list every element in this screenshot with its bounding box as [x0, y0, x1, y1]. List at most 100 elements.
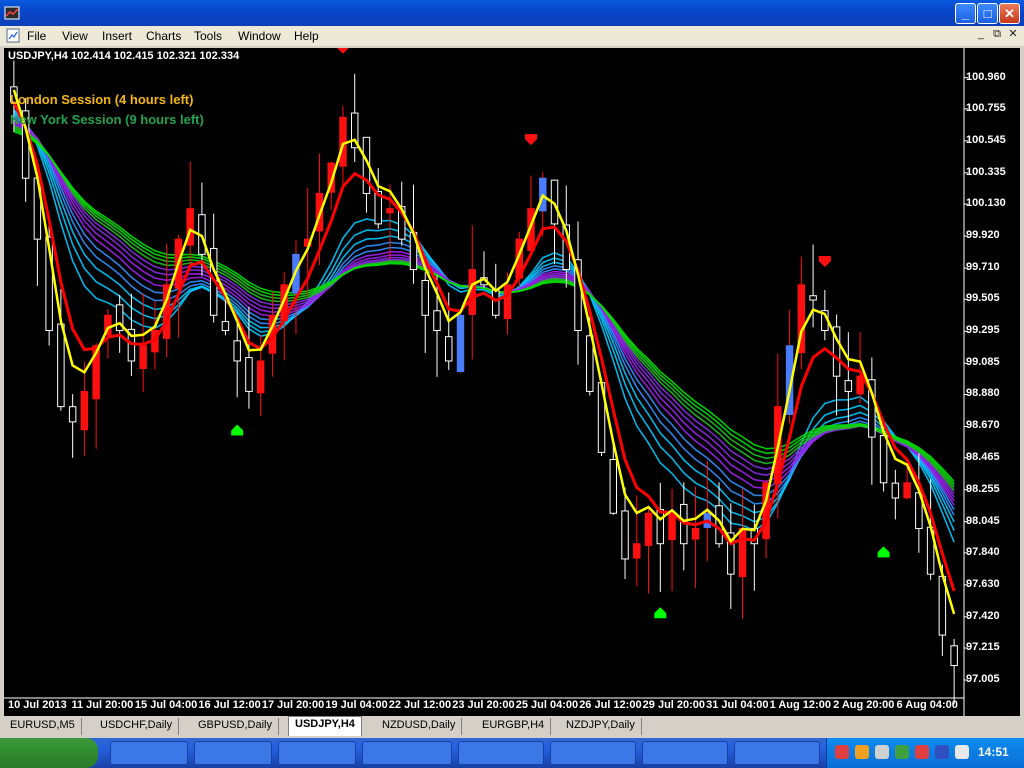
candle-body — [139, 345, 147, 369]
menu-window[interactable]: Window — [238, 29, 281, 43]
menu-bar: File View Insert Charts Tools Window Hel… — [0, 26, 1024, 46]
candle-body — [492, 289, 500, 316]
volume-icon[interactable] — [955, 745, 969, 759]
price-tick-label: 100.545 — [966, 133, 1006, 146]
tab-gbpusd-daily[interactable]: GBPUSD,Daily — [192, 718, 279, 735]
price-tick-label: 98.045 — [966, 514, 1000, 527]
time-tick-label: 6 Aug 04:00 — [896, 699, 958, 711]
candle-body — [656, 509, 665, 545]
tab-nzdjpy-daily[interactable]: NZDJPY,Daily — [560, 718, 642, 735]
candle-body — [809, 295, 817, 301]
close-button[interactable]: ✕ — [999, 3, 1020, 24]
new-york-session-label: New York Session (9 hours left) — [10, 112, 204, 127]
candle-body — [891, 482, 900, 499]
london-session-label: London Session (4 hours left) — [10, 92, 194, 107]
arrow-down-signal-icon — [818, 255, 831, 267]
arrow-up-signal-icon — [654, 607, 667, 619]
candle-body — [668, 512, 676, 541]
price-tick-label: 99.710 — [966, 261, 1000, 274]
price-tick-label: 100.960 — [966, 70, 1006, 83]
taskbar-item[interactable] — [734, 741, 820, 765]
candle-body — [609, 459, 618, 514]
symbol-quote: USDJPY,H4 102.414 102.415 102.321 102.33… — [8, 50, 240, 62]
price-tick-label: 97.840 — [966, 545, 1000, 558]
tab-eurgbp-h4[interactable]: EURGBP,H4 — [476, 718, 552, 735]
candle-body — [221, 321, 230, 332]
menu-charts[interactable]: Charts — [146, 29, 181, 43]
chart-area[interactable] — [4, 48, 1020, 716]
menu-help[interactable]: Help — [294, 29, 319, 43]
candle-body — [256, 360, 265, 394]
start-button[interactable] — [0, 738, 98, 768]
price-tick-label: 97.420 — [966, 609, 1000, 622]
time-tick-label: 26 Jul 12:00 — [579, 699, 642, 711]
candle-body — [633, 543, 641, 559]
candle-body — [644, 512, 653, 547]
price-tick-label: 97.630 — [966, 577, 1000, 590]
price-tick-label: 100.335 — [966, 165, 1006, 178]
taskbar-item[interactable] — [110, 741, 188, 765]
menu-file[interactable]: File — [27, 29, 46, 43]
app-icon — [4, 6, 20, 20]
price-chart[interactable] — [4, 48, 1020, 716]
price-tick-label: 98.670 — [966, 419, 1000, 432]
taskbar-item[interactable] — [362, 741, 452, 765]
price-tick-label: 100.130 — [966, 197, 1006, 210]
time-tick-label: 11 Jul 20:00 — [71, 699, 134, 711]
candle-body — [844, 380, 853, 392]
price-tick-label: 98.465 — [966, 450, 1000, 463]
menu-view[interactable]: View — [62, 29, 88, 43]
candle-body — [57, 323, 65, 408]
menu-tools[interactable]: Tools — [194, 29, 222, 43]
child-restore-button[interactable]: ⧉ — [990, 28, 1004, 42]
price-tick-label: 99.295 — [966, 324, 1000, 337]
candle-body — [386, 208, 394, 214]
candle-body — [245, 357, 253, 392]
candle-body — [856, 375, 864, 395]
tray-app-icon[interactable] — [875, 745, 889, 759]
tray-app-icon[interactable] — [835, 745, 849, 759]
taskbar-item[interactable] — [550, 741, 636, 765]
tab-nzdusd-daily[interactable]: NZDUSD,Daily — [376, 718, 463, 735]
candle-body — [68, 406, 77, 423]
price-tick-label: 98.880 — [966, 387, 1000, 400]
taskbar-item[interactable] — [278, 741, 356, 765]
window-titlebar: _ □ ✕ — [0, 0, 1024, 26]
tab-usdchf-daily[interactable]: USDCHF,Daily — [94, 718, 180, 735]
time-tick-label: 16 Jul 12:00 — [198, 699, 261, 711]
price-tick-label: 99.505 — [966, 292, 1000, 305]
time-tick-label: 31 Jul 04:00 — [706, 699, 769, 711]
taskbar-item[interactable] — [642, 741, 728, 765]
time-tick-label: 1 Aug 12:00 — [769, 699, 831, 711]
taskbar-item[interactable] — [194, 741, 272, 765]
time-tick-label: 25 Jul 04:00 — [515, 699, 579, 711]
tab-eurusd-m5[interactable]: EURUSD,M5 — [4, 718, 82, 735]
tab-usdjpy-h4[interactable]: USDJPY,H4 — [288, 716, 362, 736]
arrow-down-signal-icon — [337, 48, 349, 54]
child-minimize-button[interactable]: _ — [974, 28, 988, 42]
candle-body — [691, 527, 700, 540]
tray-app-icon[interactable] — [935, 745, 949, 759]
candle-body — [339, 116, 347, 167]
price-tick-label: 99.920 — [966, 229, 1000, 242]
clock: 14:51 — [978, 745, 1009, 759]
tray-app-icon[interactable] — [895, 745, 909, 759]
menu-insert[interactable]: Insert — [102, 29, 132, 43]
minimize-button[interactable]: _ — [955, 3, 976, 24]
candle-body — [738, 527, 747, 578]
candle-body — [80, 390, 89, 431]
candle-body — [903, 482, 911, 499]
tray-app-icon[interactable] — [855, 745, 869, 759]
taskbar-item[interactable] — [458, 741, 544, 765]
chart-tabs: EURUSD,M5 USDCHF,Daily GBPUSD,Daily USDJ… — [0, 716, 1024, 736]
price-tick-label: 97.005 — [966, 673, 1000, 685]
tray-app-icon[interactable] — [915, 745, 929, 759]
time-tick-label: 19 Jul 04:00 — [325, 699, 388, 711]
time-tick-label: 15 Jul 04:00 — [134, 699, 198, 711]
time-tick-label: 29 Jul 20:00 — [642, 699, 706, 711]
child-close-button[interactable]: ✕ — [1006, 28, 1020, 42]
candle-body — [421, 279, 429, 316]
candle-body — [456, 314, 465, 373]
time-tick-label: 10 Jul 2013 — [8, 699, 67, 711]
maximize-button[interactable]: □ — [977, 3, 998, 24]
